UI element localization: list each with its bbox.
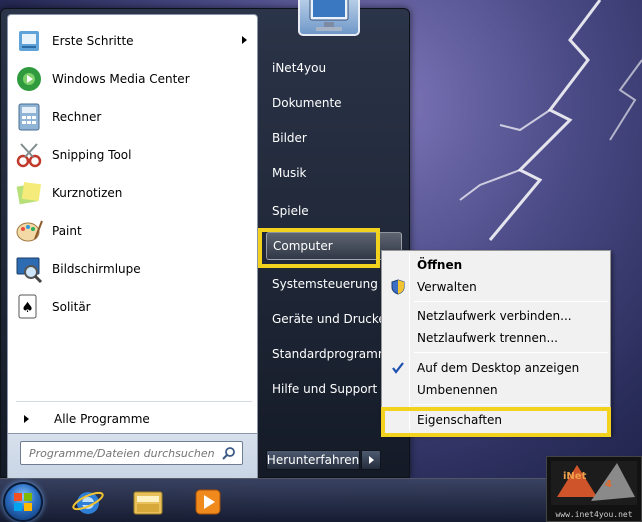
right-item-label: Spiele [272,204,309,218]
program-paint[interactable]: Paint [11,213,255,249]
program-bildschirmlupe[interactable]: Bildschirmlupe [11,251,255,287]
program-solitaer[interactable]: ♠ Solitär [11,289,255,325]
program-label: Bildschirmlupe [52,262,141,276]
right-item-label: Geräte und Drucker [272,312,391,326]
search-box[interactable] [20,441,243,465]
ctx-item-netzlaufwerk-verbinden[interactable]: Netzlaufwerk verbinden... [384,305,608,327]
ctx-separator [414,352,608,353]
right-item-label: Musik [272,166,307,180]
site-logo: iNet 4 www.inet4you.net [546,456,642,522]
program-windows-media-center[interactable]: Windows Media Center [11,61,255,97]
divider [16,401,252,402]
program-label: Windows Media Center [52,72,190,86]
right-item-label: iNet4you [272,61,327,75]
checkmark-icon [392,362,404,374]
ctx-item-oeffnen[interactable]: Öffnen [384,254,608,276]
uac-shield-icon [391,279,405,295]
ctx-item-umbenennen[interactable]: Umbenennen [384,379,608,401]
ctx-label: Umbenennen [417,383,498,397]
right-item-spiele[interactable]: Spiele [266,197,402,225]
watermark-text: www.inet4you.net [555,510,633,519]
ctx-item-auf-dem-desktop-anzeigen[interactable]: Auf dem Desktop anzeigen [384,357,608,379]
program-label: Snipping Tool [52,148,132,162]
paint-icon [13,215,45,247]
program-label: Kurznotizen [52,186,123,200]
ctx-label: Netzlaufwerk trennen... [417,331,558,345]
internet-explorer-icon[interactable] [62,483,114,521]
ctx-label: Auf dem Desktop anzeigen [417,361,580,375]
ctx-item-netzlaufwerk-trennen[interactable]: Netzlaufwerk trennen... [384,327,608,349]
ctx-label: Verwalten [417,280,477,294]
program-kurznotizen[interactable]: Kurznotizen [11,175,255,211]
svg-text:4: 4 [605,479,612,490]
media-player-icon[interactable] [182,483,234,521]
arrow-right-icon [24,415,29,423]
ctx-item-verwalten[interactable]: Verwalten [384,276,608,298]
all-programs-label: Alle Programme [54,412,150,426]
solitaire-icon: ♠ [13,291,45,323]
program-label: Rechner [52,110,102,124]
right-item-bilder[interactable]: Bilder [266,124,402,152]
calculator-icon [13,101,45,133]
submenu-arrow-icon[interactable] [242,36,247,44]
right-item-label: Bilder [272,131,307,145]
shutdown-button[interactable]: Herunterfahren [266,450,360,470]
windows-explorer-icon[interactable] [122,483,174,521]
program-rechner[interactable]: Rechner [11,99,255,135]
right-item-label: Standardprogramme [272,347,397,361]
user-picture [298,0,360,36]
right-item-dokumente[interactable]: Dokumente [266,89,402,117]
right-item-label: Hilfe und Support [272,382,378,396]
right-item-inet4you[interactable]: iNet4you [266,54,402,82]
all-programs-button[interactable]: Alle Programme [12,407,254,431]
ctx-label: Öffnen [417,258,463,272]
right-item-label: Systemsteuerung [272,277,378,291]
sticky-notes-icon [13,177,45,209]
ctx-separator [414,404,608,405]
program-label: Paint [52,224,82,238]
right-item-label: Dokumente [272,96,342,110]
search-input[interactable] [29,446,215,460]
scissors-icon [13,139,45,171]
program-erste-schritte[interactable]: Erste Schritte [11,23,255,59]
media-center-icon [13,63,45,95]
svg-text:♠: ♠ [21,300,34,316]
ctx-separator [414,301,608,302]
svg-text:iNet: iNet [563,471,587,482]
getting-started-icon [13,25,45,57]
highlight-eigenschaften [381,407,611,437]
search-area [7,434,258,479]
programs-pane: Erste Schritte Windows Media Center Rech… [7,14,258,434]
arrow-right-icon [368,456,374,464]
right-item-musik[interactable]: Musik [266,159,402,187]
ctx-label: Netzlaufwerk verbinden... [417,309,572,323]
shutdown-options-button[interactable] [361,450,381,470]
start-orb-icon[interactable] [3,482,43,522]
highlight-computer [258,228,380,268]
program-snipping-tool[interactable]: Snipping Tool [11,137,255,173]
shutdown-label: Herunterfahren [266,453,360,467]
program-label: Erste Schritte [52,34,134,48]
search-icon[interactable] [222,446,236,460]
program-label: Solitär [52,300,91,314]
magnifier-icon [13,253,45,285]
